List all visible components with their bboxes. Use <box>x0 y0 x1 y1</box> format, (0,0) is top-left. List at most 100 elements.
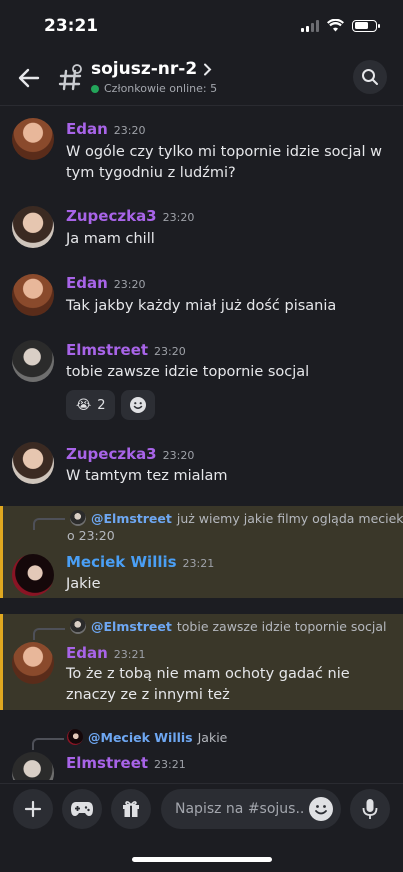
avatar[interactable] <box>12 206 54 248</box>
author-name[interactable]: Zupeczka3 <box>66 445 157 463</box>
reply-text: tobie zawsze idzie topornie socjal <box>176 618 387 634</box>
avatar[interactable] <box>12 442 54 484</box>
search-button[interactable] <box>353 60 387 94</box>
message[interactable]: Edan 23:20 Tak jakby każdy miał już dość … <box>0 268 403 328</box>
status-bar: 23:21 <box>0 0 403 50</box>
signal-icon <box>301 19 319 32</box>
avatar[interactable] <box>12 274 54 316</box>
message-header: Elmstreet 23:20 <box>66 341 186 359</box>
author-name[interactable]: Zupeczka3 <box>66 207 157 225</box>
battery-icon <box>352 19 380 32</box>
plus-icon <box>24 800 42 818</box>
voice-message-button[interactable] <box>350 789 390 829</box>
message-text: Ja mam chill <box>66 231 155 247</box>
back-button[interactable] <box>14 63 44 93</box>
home-indicator[interactable] <box>132 857 272 862</box>
avatar[interactable] <box>12 340 54 382</box>
avatar[interactable] <box>12 642 54 684</box>
add-reaction-button[interactable] <box>121 390 156 420</box>
avatar[interactable] <box>12 752 54 780</box>
online-members: Członkowie online: 5 <box>91 82 217 95</box>
channel-title[interactable]: sojusz-nr-2 <box>91 59 212 79</box>
message-text: To że z tobą nie mam ochoty gadać nie zn… <box>66 666 350 703</box>
emoji-button[interactable] <box>309 797 333 821</box>
message-input[interactable] <box>175 789 305 829</box>
reply-avatar <box>67 729 83 745</box>
channel-name: sojusz-nr-2 <box>91 59 198 79</box>
message-text: W tamtym tez mialam <box>66 468 228 484</box>
reactions: 😭 2 <box>66 390 156 420</box>
message-text: Jakie <box>66 576 101 592</box>
reply-preview[interactable]: @Meciek Willis Jakie <box>67 729 227 745</box>
smiley-icon <box>130 397 147 413</box>
message-header: Zupeczka3 23:20 <box>66 207 194 225</box>
online-members-label: Członkowie online: 5 <box>104 82 218 95</box>
message-input-container[interactable] <box>161 789 341 829</box>
timestamp: 23:21 <box>182 557 215 570</box>
message[interactable]: Edan 23:20 W ogóle czy tylko mi topornie … <box>0 114 403 184</box>
message-header: Zupeczka3 23:20 <box>66 445 194 463</box>
message-header: Edan 23:20 <box>66 274 146 292</box>
message[interactable]: Zupeczka3 23:20 Ja mam chill <box>0 200 403 260</box>
reply-connector <box>33 628 65 640</box>
gift-icon <box>123 801 139 817</box>
timestamp: 23:20 <box>162 449 195 462</box>
reply-preview[interactable]: @Elmstreet już wiemy jakie filmy ogląda … <box>70 510 403 526</box>
author-name[interactable]: Edan <box>66 644 108 662</box>
avatar[interactable] <box>12 118 54 160</box>
author-name[interactable]: Meciek Willis <box>66 553 177 571</box>
reaction-emoji: 😭 <box>76 397 92 413</box>
author-name[interactable]: Edan <box>66 120 108 138</box>
chevron-right-icon <box>204 63 212 75</box>
add-attachment-button[interactable] <box>13 789 53 829</box>
author-name[interactable]: Edan <box>66 274 108 292</box>
message[interactable]: Elmstreet 23:20 tobie zawsze idzie toporn… <box>0 334 403 424</box>
reply-text: Jakie <box>197 729 228 745</box>
smiley-icon <box>310 798 332 820</box>
search-icon <box>362 69 378 85</box>
timestamp: 23:21 <box>154 758 186 771</box>
reply-connector <box>32 738 64 750</box>
message-header: Edan 23:20 <box>66 120 146 138</box>
arrow-left-icon <box>18 68 40 88</box>
highlighted-message[interactable]: @Elmstreet tobie zawsze idzie topornie s… <box>0 614 403 710</box>
message-text: Tak jakby każdy miał już dość pisania <box>66 298 337 314</box>
message-header: Elmstreet 23:21 <box>66 754 186 772</box>
reply-mention[interactable]: @Meciek Willis <box>88 730 193 745</box>
reply-text-continued: o 23:20 <box>67 528 115 543</box>
author-name[interactable]: Elmstreet <box>66 754 148 772</box>
channel-header: sojusz-nr-2 Członkowie online: 5 <box>0 50 403 106</box>
message-text: W ogóle czy tylko mi topornie idzie socj… <box>66 144 382 181</box>
status-time: 23:21 <box>44 16 99 36</box>
online-dot-icon <box>91 84 99 93</box>
reply-mention[interactable]: @Elmstreet <box>91 511 172 526</box>
timestamp: 23:21 <box>113 648 146 661</box>
wifi-icon <box>327 19 344 32</box>
highlighted-message[interactable]: @Elmstreet już wiemy jakie filmy ogląda … <box>0 506 403 598</box>
timestamp: 23:20 <box>154 345 186 358</box>
reply-avatar <box>70 618 86 634</box>
avatar[interactable] <box>12 554 54 596</box>
timestamp: 23:20 <box>162 211 195 224</box>
message[interactable]: Zupeczka3 23:20 W tamtym tez mialam <box>0 438 403 498</box>
status-icons <box>301 19 380 32</box>
message-header: Edan 23:21 <box>66 644 146 662</box>
message-text: tobie zawsze idzie topornie socjal <box>66 364 310 380</box>
reply-preview[interactable]: @Elmstreet tobie zawsze idzie topornie s… <box>70 618 387 634</box>
message-header: Meciek Willis 23:21 <box>66 553 214 571</box>
activities-button[interactable] <box>62 789 102 829</box>
timestamp: 23:20 <box>113 278 146 291</box>
reaction-count: 2 <box>97 397 106 413</box>
timestamp: 23:20 <box>113 124 146 137</box>
reply-mention[interactable]: @Elmstreet <box>91 619 172 634</box>
reply-connector <box>33 518 65 530</box>
channel-hash-icon <box>58 63 84 91</box>
gamepad-icon <box>71 802 93 816</box>
microphone-icon <box>362 799 378 819</box>
author-name[interactable]: Elmstreet <box>66 341 148 359</box>
reaction-chip[interactable]: 😭 2 <box>66 390 116 420</box>
gift-button[interactable] <box>111 789 151 829</box>
message[interactable]: @Meciek Willis Jakie Elmstreet 23:21 <box>0 726 403 780</box>
reply-avatar <box>70 510 86 526</box>
reply-text: już wiemy jakie filmy ogląda meciek <box>176 510 403 526</box>
